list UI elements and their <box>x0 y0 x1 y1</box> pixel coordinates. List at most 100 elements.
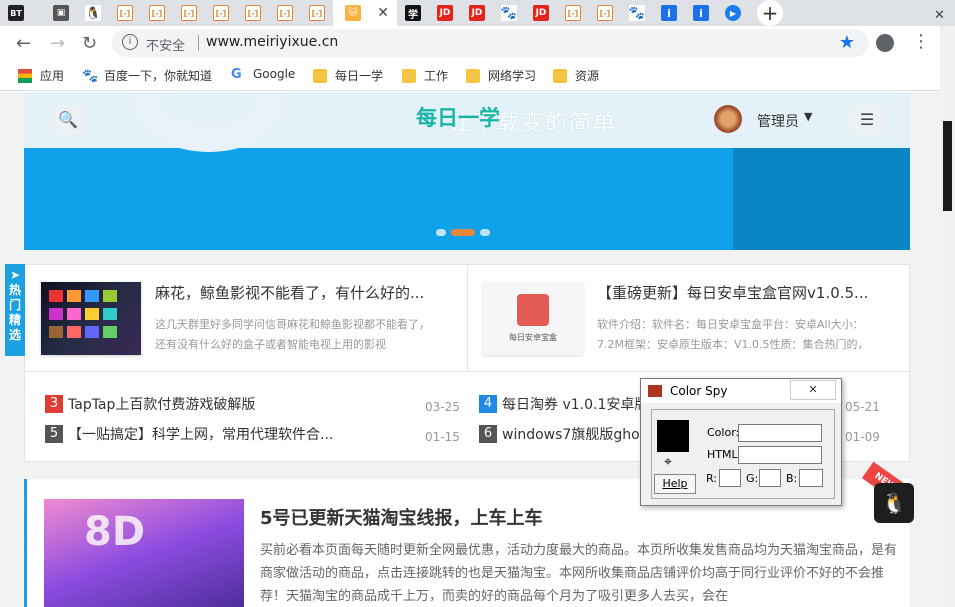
color-label: Color: <box>707 426 740 439</box>
tab-bracket[interactable]: [-] <box>237 0 269 26</box>
bookmark-star-icon[interactable]: ★ <box>839 32 855 53</box>
post-title[interactable]: 5号已更新天猫淘宝线报，上车上车 <box>260 504 543 530</box>
book-icon <box>517 294 549 326</box>
g-field[interactable] <box>759 469 781 487</box>
chevron-down-icon[interactable]: ▼ <box>804 110 812 123</box>
card-desc: 这几天群里好多同学问信哥麻花和鲸鱼影视都不能看了，还有没有什么好的盒子或者智能电… <box>155 318 430 351</box>
forward-button[interactable]: → <box>50 33 65 54</box>
tab-bt[interactable]: BT <box>0 0 32 26</box>
bookmarks-bar: 应用 🐾 百度一下，你就知道 G Google 每日一学 工作 网络学习 资源 <box>0 61 940 91</box>
tab-bracket[interactable]: [-] <box>205 0 237 26</box>
bookmark-apps[interactable]: 应用 <box>18 67 64 84</box>
card-title[interactable]: 【重磅更新】每日安卓宝盒官网v1.0.5... <box>597 282 868 303</box>
list-title: 【一贴搞定】科学上网，常用代理软件合... <box>68 427 334 443</box>
apps-icon <box>18 68 32 83</box>
list-date: 01-09 <box>845 430 880 444</box>
site-logo[interactable]: 每日一学 <box>416 102 500 132</box>
hero-banner[interactable]: 🔍 让下载变的简单 每日一学 管理员 ▼ ☰ <box>24 92 910 250</box>
card-title[interactable]: 麻花，鲸鱼影视不能看了，有什么好的... <box>155 282 424 303</box>
tab-bracket[interactable]: [-] <box>173 0 205 26</box>
bookmark-folder[interactable]: 资源 <box>553 67 599 84</box>
bookmark-baidu[interactable]: 🐾 百度一下，你就知道 <box>82 67 212 84</box>
tab-baidu[interactable]: 🐾 <box>621 0 653 26</box>
menu-icon: ☰ <box>859 110 875 129</box>
tab-camera[interactable]: ▶ <box>717 0 749 26</box>
color-spy-titlebar[interactable]: Color Spy ✕ <box>641 379 841 403</box>
cat-icon: 🐱 <box>345 5 361 21</box>
tab-bracket[interactable]: [-] <box>269 0 301 26</box>
card-thumbnail[interactable]: 每日安卓宝盒 <box>483 282 583 355</box>
tab-info[interactable]: i <box>653 0 685 26</box>
search-icon: 🔍 <box>58 110 78 129</box>
bookmark-google[interactable]: G Google <box>231 67 295 82</box>
tab-bracket[interactable]: [-] <box>301 0 333 26</box>
carousel-dot-active[interactable] <box>451 229 475 236</box>
list-item[interactable]: 5 【一贴搞定】科学上网，常用代理软件合... <box>45 424 333 444</box>
thumb-text: 8D <box>84 509 146 555</box>
hot-picks-tab[interactable]: ➤ 热门精选 <box>5 264 25 356</box>
list-title: 每日淘券 v1.0.1安卓版 <box>502 397 649 413</box>
crosshair-icon[interactable]: ⌖ <box>664 454 672 470</box>
scrollbar-thumb[interactable] <box>943 121 952 211</box>
window-close-button[interactable]: ✕ <box>934 8 945 23</box>
bt-icon: BT <box>8 5 24 21</box>
help-button[interactable]: Help <box>654 474 696 494</box>
thumb-label: 每日安卓宝盒 <box>509 333 557 342</box>
html-field[interactable] <box>738 446 822 464</box>
list-date: 05-21 <box>845 400 880 414</box>
tab-xue[interactable]: 学 <box>397 0 429 26</box>
tab-jd[interactable]: JD <box>429 0 461 26</box>
featured-cards: 麻花，鲸鱼影视不能看了，有什么好的... 这几天群里好多同学问信哥麻花和鲸鱼影视… <box>24 264 910 372</box>
card-thumbnail[interactable] <box>41 282 141 355</box>
search-button[interactable]: 🔍 <box>52 106 84 134</box>
tab-baidu[interactable]: 🐾 <box>493 0 525 26</box>
bracket-icon: [-] <box>245 5 261 21</box>
qq-float-button[interactable]: 🐧 <box>874 483 914 523</box>
bookmark-folder[interactable]: 网络学习 <box>466 67 536 84</box>
close-button[interactable]: ✕ <box>790 380 836 400</box>
profile-icon[interactable] <box>876 34 894 52</box>
reload-button[interactable]: ↻ <box>82 33 97 54</box>
tab-active[interactable]: 🐱 ✕ <box>333 0 397 26</box>
new-tab-button[interactable]: + <box>757 0 783 26</box>
close-tab-icon[interactable]: ✕ <box>377 5 389 21</box>
bookmark-folder[interactable]: 工作 <box>402 67 448 84</box>
tab-bracket[interactable]: [-] <box>141 0 173 26</box>
scrollbar[interactable] <box>940 26 955 607</box>
browser-menu-icon[interactable]: ⋮ <box>912 31 930 52</box>
b-field[interactable] <box>799 469 823 487</box>
tab-jd[interactable]: JD <box>525 0 557 26</box>
tab-bracket[interactable]: [-] <box>109 0 141 26</box>
back-button[interactable]: ← <box>16 33 31 54</box>
color-field[interactable] <box>738 424 822 442</box>
jd-icon: JD <box>437 5 453 21</box>
folder-icon <box>313 68 327 83</box>
banner-slide-decoration <box>733 148 910 250</box>
tab-square[interactable]: ▣ <box>45 0 77 26</box>
bookmark-label: 资源 <box>575 69 600 83</box>
tab-jd[interactable]: JD <box>461 0 493 26</box>
address-bar[interactable]: i 不安全 www.meiriyixue.cn ★ <box>112 29 869 57</box>
browser-toolbar: ← → ↻ i 不安全 www.meiriyixue.cn ★ ⋮ <box>0 26 940 61</box>
list-item[interactable]: 4 每日淘券 v1.0.1安卓版 <box>479 394 648 414</box>
bracket-icon: [-] <box>149 5 165 21</box>
bookmark-label: 工作 <box>424 69 449 83</box>
hamburger-menu-button[interactable]: ☰ <box>849 106 885 134</box>
post-thumbnail[interactable]: 8D <box>44 499 244 607</box>
avatar[interactable] <box>714 105 742 133</box>
tab-bracket[interactable]: [-] <box>557 0 589 26</box>
tab-bracket[interactable]: [-] <box>589 0 621 26</box>
username[interactable]: 管理员 <box>757 111 799 131</box>
tab-info[interactable]: i <box>685 0 717 26</box>
list-item[interactable]: 3 TapTap上百款付费游戏破解版 <box>45 394 255 414</box>
carousel-dot[interactable] <box>480 229 490 236</box>
r-field[interactable] <box>719 469 741 487</box>
url-text[interactable]: www.meiriyixue.cn <box>206 34 338 50</box>
tab-strip: BT ▣ 🐧 [-] [-] [-] [-] [-] [-] [-] 🐱 ✕ 学… <box>0 0 955 26</box>
carousel-dot[interactable] <box>436 229 446 236</box>
tab-qq[interactable]: 🐧 <box>77 0 109 26</box>
info-icon[interactable]: i <box>122 34 138 50</box>
color-spy-panel: ⌖ Help Color: HTML: R: G: B: <box>651 409 835 499</box>
bookmark-folder[interactable]: 每日一学 <box>313 67 383 84</box>
list-item[interactable]: 6 windows7旗舰版ghost <box>479 424 652 444</box>
